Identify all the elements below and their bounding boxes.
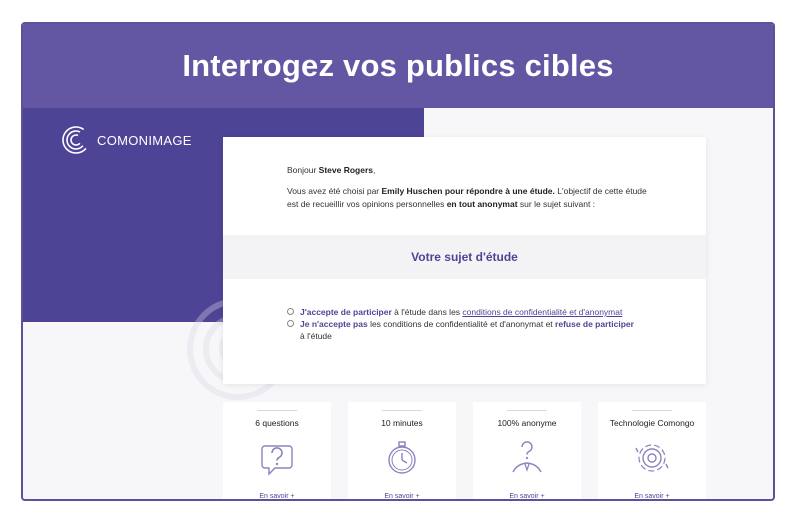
refuse-radio[interactable]: [287, 320, 294, 327]
intro-paragraph: Vous avez été choisi par Emily Huschen p…: [287, 185, 647, 211]
subject-band: Votre sujet d'étude: [223, 235, 706, 279]
tile-rule: [257, 410, 297, 411]
tile-rule: [382, 410, 422, 411]
refuse-bold-2: refuse de participer: [555, 319, 634, 329]
banner: Interrogez vos publics cibles: [23, 24, 773, 108]
brand-name: COMONIMAGE: [97, 132, 192, 148]
question-bubble-icon: [261, 445, 293, 476]
tile-title: 100% anonyme: [497, 418, 557, 428]
gear-icon: [635, 444, 669, 472]
feature-tiles: 6 questions En savoir + 10 minutes En sa…: [223, 402, 706, 499]
brand-logo: COMONIMAGE: [61, 125, 192, 155]
intro-anonymity: en tout anonymat: [446, 199, 518, 209]
banner-title: Interrogez vos publics cibles: [182, 48, 614, 83]
anonymous-person-icon: [512, 441, 542, 473]
greeting-suffix: ,: [373, 165, 376, 175]
conditions-link[interactable]: conditions de confidentialité et d'anony…: [462, 307, 622, 317]
option-refuse[interactable]: Je n'accepte pas les conditions de confi…: [287, 318, 637, 342]
accept-bold: J'accepte de participer: [300, 307, 392, 317]
option-accept[interactable]: J'accepte de participer à l'étude dans l…: [287, 306, 637, 318]
tile-title: Technologie Comongo: [609, 418, 695, 428]
subject-title: Votre sujet d'étude: [411, 250, 518, 264]
option-accept-label: J'accepte de participer à l'étude dans l…: [300, 306, 622, 318]
tile-questions: 6 questions En savoir +: [223, 402, 331, 499]
recipient-name: Steve Rogers: [318, 165, 374, 175]
tile-anonymous: 100% anonyme En savoir +: [473, 402, 581, 499]
option-refuse-label: Je n'accepte pas les conditions de confi…: [300, 318, 637, 342]
comonimage-logo-icon: [62, 126, 90, 154]
tile-title: 10 minutes: [381, 418, 423, 428]
intro-text-4: sur le sujet suivant :: [517, 199, 596, 209]
tile-more-link[interactable]: En savoir +: [223, 493, 331, 499]
tile-more-link[interactable]: En savoir +: [348, 493, 456, 499]
tile-duration: 10 minutes En savoir +: [348, 402, 456, 499]
sender-name: Emily Huschen: [381, 186, 443, 196]
stopwatch-icon: [388, 441, 416, 474]
tile-more-link[interactable]: En savoir +: [473, 493, 581, 499]
tile-more-link[interactable]: En savoir +: [598, 493, 706, 499]
tile-technology: Technologie Comongo En savoir +: [598, 402, 706, 499]
greeting-prefix: Bonjour: [287, 165, 319, 175]
refuse-end: à l'étude: [300, 331, 332, 341]
consent-options: J'accepte de participer à l'étude dans l…: [287, 306, 637, 342]
intro-text-1: Vous avez été choisi par: [287, 186, 382, 196]
accept-radio[interactable]: [287, 308, 294, 315]
refuse-mid: les conditions de confidentialité et d'a…: [367, 319, 556, 329]
greeting: Bonjour Steve Rogers,: [287, 165, 375, 175]
accept-mid: à l'étude dans les: [391, 307, 463, 317]
tile-title: 6 questions: [255, 418, 299, 428]
tile-rule: [507, 410, 547, 411]
invitation-card: Bonjour Steve Rogers, Vous avez été choi…: [223, 137, 706, 384]
preview-frame: Interrogez vos publics cibles COMONIMAGE…: [21, 22, 775, 501]
refuse-bold: Je n'accepte pas: [300, 319, 368, 329]
intro-purpose: pour répondre à une étude.: [444, 186, 555, 196]
tile-rule: [632, 410, 672, 411]
